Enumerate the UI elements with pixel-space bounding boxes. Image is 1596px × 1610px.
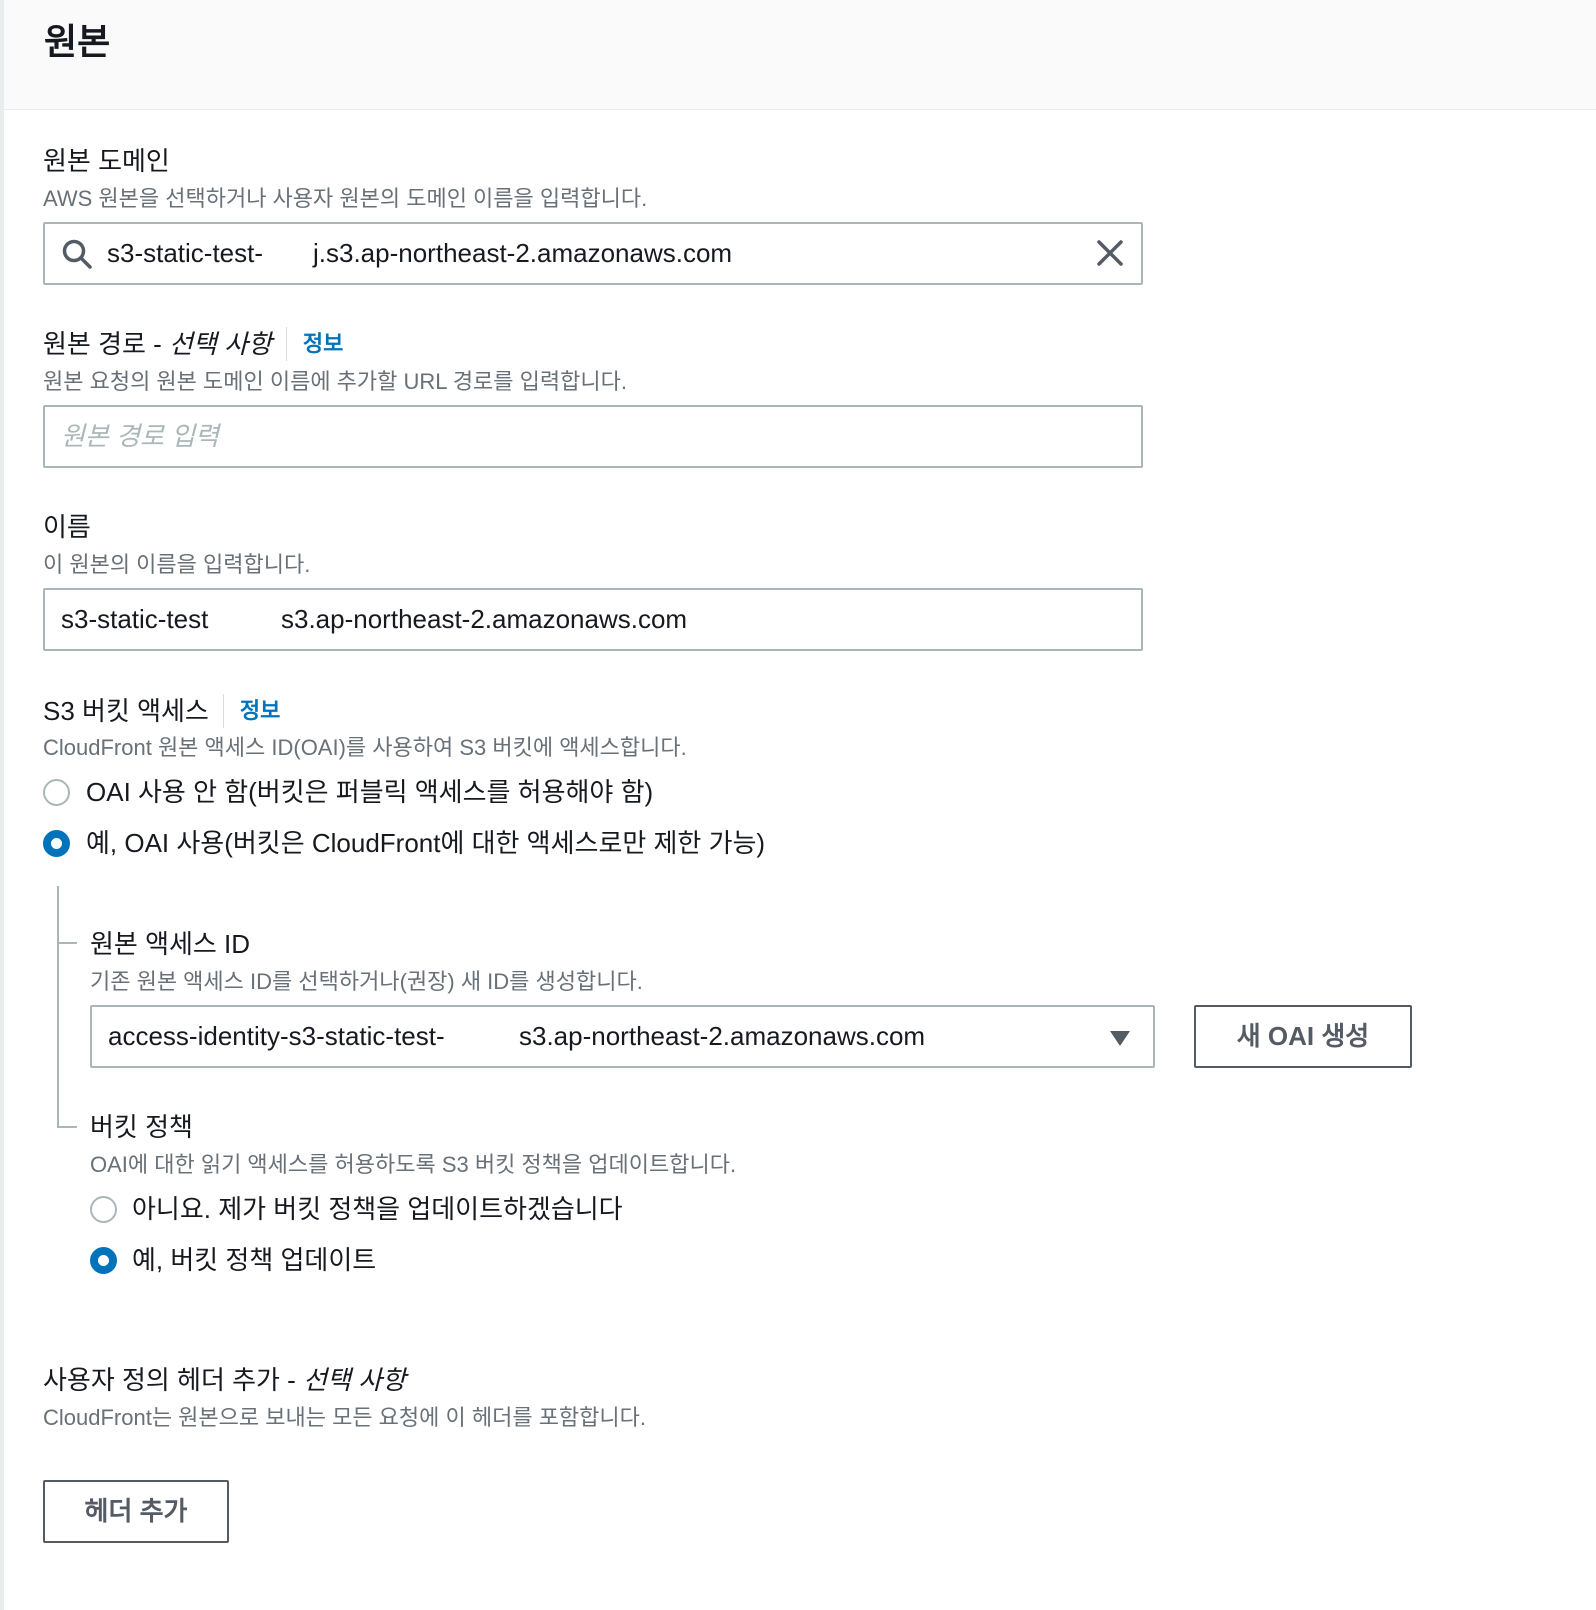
s3-access-label-text: S3 버킷 액세스 — [43, 696, 209, 726]
oai-description: 기존 원본 액세스 ID를 선택하거나(권장) 새 ID를 생성합니다. — [90, 969, 643, 994]
radio-no-oai[interactable] — [43, 779, 70, 806]
caret-down-icon — [1110, 1031, 1130, 1046]
origin-domain-value-part2: j.s3.ap-northeast-2.amazonaws.com — [313, 238, 733, 268]
radio-no-oai-label[interactable]: OAI 사용 안 함(버킷은 퍼블릭 액세스를 허용해야 함) — [86, 775, 653, 809]
origin-domain-input[interactable]: s3-static-test- j.s3.ap-northeast-2.amaz… — [43, 222, 1143, 285]
radio-manual-policy-label[interactable]: 아니요. 제가 버킷 정책을 업데이트하겠습니다 — [132, 1192, 623, 1226]
oai-label: 원본 액세스 ID — [90, 929, 251, 959]
tree-connector-branch — [57, 942, 77, 944]
section-header: 원본 — [4, 0, 1596, 110]
search-icon — [62, 239, 92, 269]
panel-left-border — [0, 0, 4, 1610]
name-description: 이 원본의 이름을 입력합니다. — [43, 552, 311, 577]
s3-access-description: CloudFront 원본 액세스 ID(OAI)를 사용하여 S3 버킷에 액… — [43, 735, 687, 760]
origin-path-info-link[interactable]: 정보 — [285, 327, 343, 361]
origin-domain-description: AWS 원본을 선택하거나 사용자 원본의 도메인 이름을 입력합니다. — [43, 186, 648, 211]
bucket-policy-label: 버킷 정책 — [90, 1112, 193, 1142]
close-icon[interactable] — [1091, 234, 1129, 272]
tree-connector-vertical — [57, 886, 59, 1128]
origin-domain-value-part1: s3-static-test- — [107, 238, 264, 268]
radio-update-policy[interactable] — [90, 1247, 117, 1274]
origin-path-description: 원본 요청의 원본 도메인 이름에 추가할 URL 경로를 입력합니다. — [43, 369, 627, 394]
bucket-policy-description: OAI에 대한 읽기 액세스를 허용하도록 S3 버킷 정책을 업데이트합니다. — [90, 1152, 737, 1177]
name-input[interactable]: s3-static-test s3.ap-northeast-2.amazona… — [43, 588, 1143, 651]
create-oai-button[interactable]: 새 OAI 생성 — [1194, 1005, 1412, 1068]
name-value-part2: s3.ap-northeast-2.amazonaws.com — [281, 604, 688, 634]
oai-select[interactable]: access-identity-s3-static-test- s3.ap-no… — [90, 1005, 1155, 1068]
add-header-button[interactable]: 헤더 추가 — [43, 1480, 229, 1543]
origin-path-placeholder: 원본 경로 입력 — [61, 421, 219, 451]
radio-use-oai[interactable] — [43, 830, 70, 857]
section-title: 원본 — [44, 21, 111, 62]
name-label: 이름 — [43, 512, 91, 542]
custom-headers-optional: 선택 사항 — [303, 1365, 406, 1395]
custom-headers-label-main: 사용자 정의 헤더 추가 - — [43, 1365, 304, 1395]
s3-access-info-link[interactable]: 정보 — [222, 694, 280, 728]
origin-domain-label: 원본 도메인 — [43, 146, 170, 176]
radio-use-oai-label[interactable]: 예, OAI 사용(버킷은 CloudFront에 대한 액세스로만 제한 가능… — [86, 826, 765, 860]
origin-path-input[interactable]: 원본 경로 입력 — [43, 405, 1143, 468]
name-value-part1: s3-static-test — [61, 604, 209, 634]
s3-access-label: S3 버킷 액세스 정보 — [43, 694, 280, 728]
tree-connector-end — [57, 1126, 77, 1128]
oai-value-part2: s3.ap-northeast-2.amazonaws.com — [519, 1021, 926, 1051]
custom-headers-label: 사용자 정의 헤더 추가 - 선택 사항 — [43, 1363, 406, 1397]
oai-value-part1: access-identity-s3-static-test- — [108, 1021, 445, 1051]
custom-headers-description: CloudFront는 원본으로 보내는 모든 요청에 이 헤더를 포함합니다. — [43, 1405, 647, 1430]
radio-manual-policy[interactable] — [90, 1196, 117, 1223]
radio-update-policy-label[interactable]: 예, 버킷 정책 업데이트 — [132, 1243, 376, 1277]
origin-path-label-main: 원본 경로 - — [43, 329, 170, 359]
origin-path-label: 원본 경로 - 선택 사항 정보 — [43, 327, 343, 361]
origin-path-optional: 선택 사항 — [169, 329, 272, 359]
